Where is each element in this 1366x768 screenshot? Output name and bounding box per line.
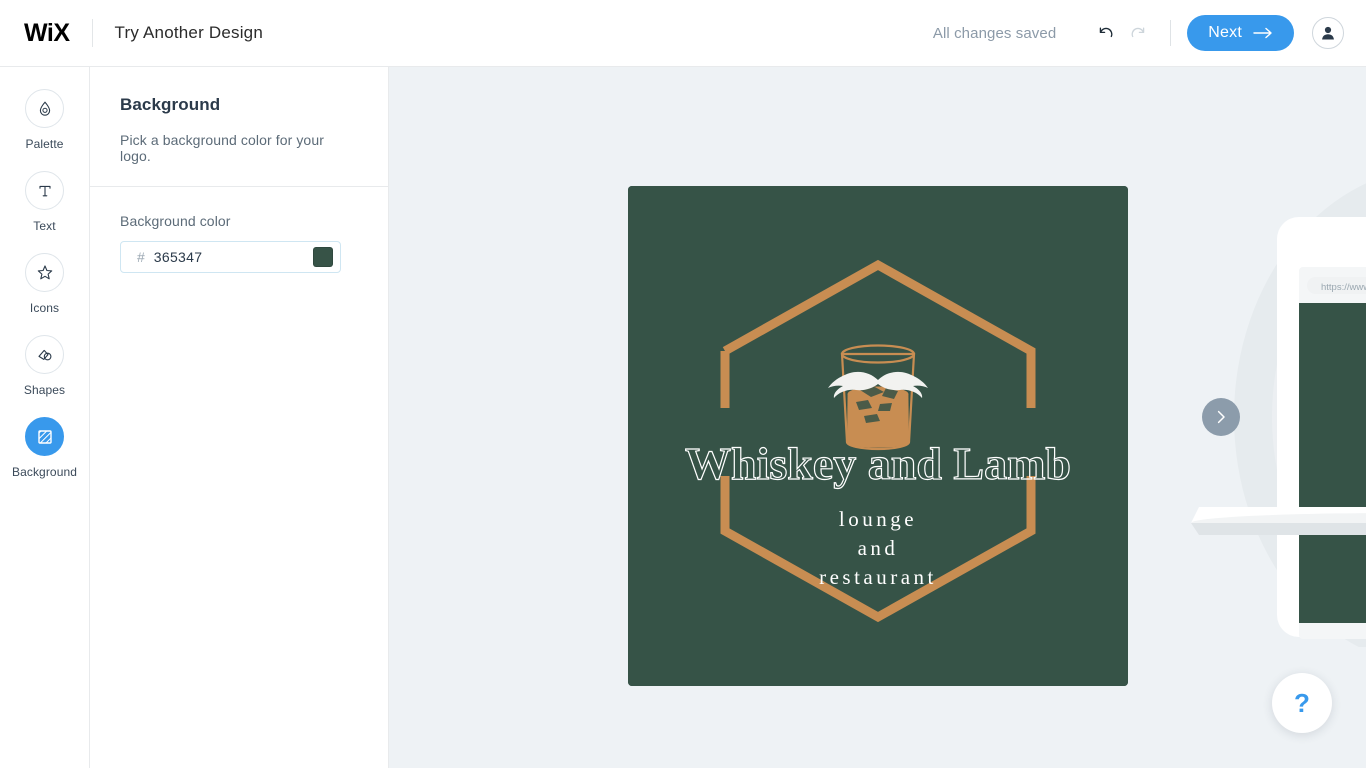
logo-canvas: https://www.m — [389, 67, 1366, 768]
sidebar-item-shapes[interactable]: Shapes — [0, 335, 89, 397]
account-avatar-button[interactable] — [1312, 17, 1344, 49]
next-button[interactable]: Next — [1187, 15, 1294, 51]
background-settings-panel: Background Pick a background color for y… — [90, 67, 389, 768]
left-tool-rail: Palette Text Icons Shapes Background — [0, 67, 90, 768]
device-preview-mockup: https://www.m — [1189, 87, 1366, 651]
droplet-icon — [39, 100, 50, 116]
redo-icon — [1131, 27, 1145, 38]
text-icon-wrap — [25, 171, 64, 210]
preview-url-text: https://www.m — [1321, 282, 1366, 293]
chevron-right-icon — [1217, 410, 1225, 424]
logo-tagline-line-3: restaurant — [819, 565, 937, 589]
panel-title: Background — [120, 95, 221, 114]
sidebar-item-palette[interactable]: Palette — [0, 89, 89, 151]
panel-body: Background color # 365347 — [90, 187, 388, 273]
shapes-icon-wrap — [25, 335, 64, 374]
hex-value-text[interactable]: 365347 — [154, 249, 313, 265]
sidebar-item-text[interactable]: Text — [0, 171, 89, 233]
save-status-text: All changes saved — [932, 24, 1057, 42]
laptop-mockup-svg: https://www.m — [1191, 183, 1366, 651]
logo-brand-name: Whiskey and Lamb — [685, 438, 1071, 489]
sidebar-item-label: Text — [33, 219, 56, 233]
shapes-icon — [37, 349, 51, 360]
arrow-right-icon — [1253, 27, 1272, 39]
sidebar-item-icons[interactable]: Icons — [0, 253, 89, 315]
hash-symbol: # — [137, 249, 145, 265]
undo-icon — [1100, 27, 1113, 38]
help-button[interactable]: ? — [1272, 673, 1332, 733]
sidebar-item-label: Shapes — [23, 383, 66, 397]
logo-tagline-line-1: lounge — [839, 507, 917, 531]
star-icon — [37, 264, 52, 279]
sidebar-item-label: Icons — [29, 301, 60, 315]
page-title: Try Another Design — [114, 23, 263, 42]
background-color-label: Background color — [120, 213, 231, 229]
color-swatch-button[interactable] — [313, 247, 333, 267]
logo-preview-card[interactable]: Whiskey and Lamb lounge and restaurant — [628, 186, 1128, 686]
logo-artwork: Whiskey and Lamb lounge and restaurant — [628, 186, 1128, 686]
topbar-divider — [91, 19, 93, 47]
text-t-icon — [38, 185, 51, 196]
logo-maker-app: WiX Try Another Design All changes saved… — [0, 0, 1366, 768]
sidebar-item-label: Palette — [25, 137, 64, 151]
hatched-square-icon — [37, 429, 52, 444]
undo-button[interactable] — [1088, 16, 1122, 50]
background-icon-wrap — [25, 417, 64, 456]
panel-subtitle: Pick a background color for your logo. — [120, 132, 324, 164]
logo-tagline-line-2: and — [858, 536, 899, 560]
sidebar-item-label: Background — [11, 465, 78, 479]
sidebar-item-background[interactable]: Background — [0, 417, 89, 479]
topbar-actions: All changes saved Next — [933, 15, 1366, 51]
panel-header: Background Pick a background color for y… — [90, 67, 388, 186]
icons-icon-wrap — [25, 253, 64, 292]
redo-button[interactable] — [1122, 16, 1156, 50]
toolbar-divider — [1170, 20, 1172, 46]
next-button-label: Next — [1208, 24, 1242, 41]
top-bar: WiX Try Another Design All changes saved… — [0, 0, 1366, 67]
wix-logo[interactable]: WiX — [24, 19, 70, 48]
palette-icon-wrap — [25, 89, 64, 128]
user-avatar-icon — [1322, 26, 1334, 40]
background-color-input[interactable]: # 365347 — [120, 241, 341, 273]
carousel-next-button[interactable] — [1202, 398, 1240, 436]
